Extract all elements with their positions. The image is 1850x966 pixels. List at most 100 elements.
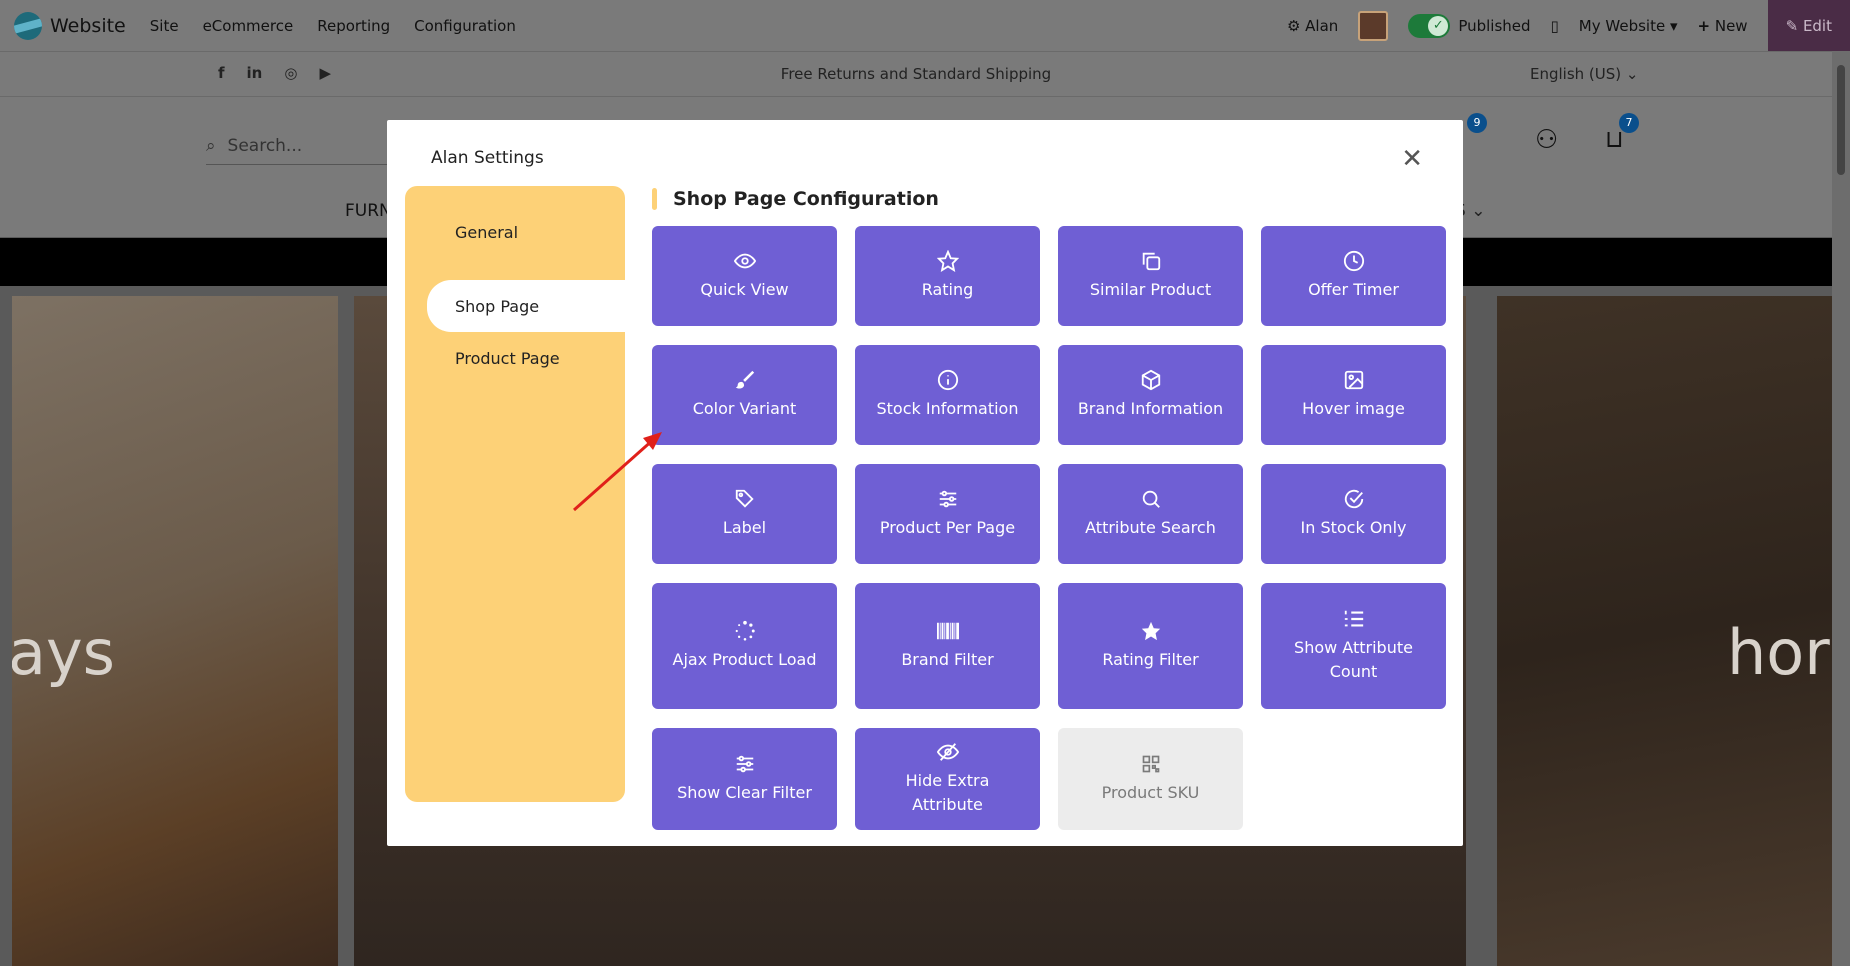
hero-image-left: ays	[12, 296, 338, 966]
hero-right-text: hor	[1727, 616, 1830, 689]
eye-slash-icon	[936, 741, 959, 763]
announcement-bar: f in ◎ ▶ Free Returns and Standard Shipp…	[0, 51, 1832, 97]
tile-label: Rating Filter	[1102, 650, 1199, 669]
tile-rating[interactable]: Rating	[855, 226, 1040, 326]
plus-icon: +	[1697, 16, 1711, 35]
tile-label: Stock Information	[876, 399, 1019, 418]
star-outline-icon	[936, 250, 959, 272]
hero-left-text: ays	[12, 616, 115, 689]
publish-toggle[interactable]: Published	[1408, 13, 1531, 38]
search-placeholder: Search...	[227, 135, 303, 156]
sidebar-item-label: Shop Page	[455, 296, 540, 316]
check-circle-icon	[1343, 488, 1365, 510]
info-icon	[937, 369, 959, 391]
sliders-icon	[734, 753, 756, 775]
tile-label: Quick View	[700, 280, 789, 299]
scrollbar-thumb[interactable]	[1837, 65, 1845, 175]
tile-label: Product Per Page	[879, 518, 1016, 537]
new-label: New	[1714, 16, 1748, 35]
sidebar-item-shop-page[interactable]: Shop Page	[427, 280, 625, 332]
tile-brand-filter[interactable]: Brand Filter	[855, 583, 1040, 709]
hero-image-right: hor	[1497, 296, 1832, 966]
close-icon[interactable]: ✕	[1401, 146, 1423, 172]
gear-icon: ⚙	[1286, 16, 1301, 35]
website-selector[interactable]: My Website ▾	[1579, 17, 1678, 35]
tile-color-variant[interactable]: Color Variant	[652, 345, 837, 445]
new-button[interactable]: + New	[1698, 17, 1748, 35]
tile-product-per-page[interactable]: Product Per Page	[855, 464, 1040, 564]
image-icon	[1343, 369, 1365, 391]
tile-offer-timer[interactable]: Offer Timer	[1261, 226, 1446, 326]
tile-label: Hide Extra Attribute	[905, 771, 990, 814]
section-heading: Shop Page Configuration	[652, 186, 939, 212]
sidebar-item-product-page[interactable]: Product Page	[405, 332, 625, 384]
tile-label: Hover image	[1302, 399, 1405, 418]
page-scrollbar[interactable]	[1832, 51, 1850, 966]
website-selector-label: My Website	[1578, 16, 1666, 35]
mobile-preview-icon[interactable]: ▯	[1551, 17, 1559, 35]
tile-label: Rating	[921, 280, 974, 299]
chevron-down-icon: ⌄	[1625, 65, 1639, 83]
tile-label: Brand Filter	[901, 650, 994, 669]
heading-accent-bar	[652, 188, 657, 210]
cart-badge: 7	[1619, 113, 1639, 133]
caret-down-icon: ▾	[1669, 16, 1678, 35]
sidebar-item-label: Product Page	[455, 348, 560, 368]
avatar[interactable]	[1358, 10, 1389, 41]
modal-title: Alan Settings	[431, 148, 544, 168]
tile-hover-image[interactable]: Hover image	[1261, 345, 1446, 445]
eye-icon	[733, 250, 756, 272]
barcode-icon	[936, 620, 959, 642]
admin-menu: Site eCommerce Reporting Configuration	[150, 17, 516, 35]
tile-label-feature[interactable]: Label	[652, 464, 837, 564]
search-input[interactable]: ⌕ Search...	[206, 127, 416, 165]
tile-ajax-product-load[interactable]: Ajax Product Load	[652, 583, 837, 709]
tile-label: Label	[722, 518, 767, 537]
admin-bar-right: ⚙ Alan Published ▯ My Website ▾ + New ✎ …	[1287, 0, 1850, 51]
account-icon[interactable]: ⚇	[1535, 125, 1558, 155]
search-icon	[1140, 488, 1162, 510]
pencil-icon: ✎	[1785, 16, 1799, 35]
sliders-icon	[937, 488, 959, 510]
tile-quick-view[interactable]: Quick View	[652, 226, 837, 326]
tile-product-sku[interactable]: Product SKU	[1058, 728, 1243, 830]
tile-hide-extra-attribute[interactable]: Hide Extra Attribute	[855, 728, 1040, 830]
tile-similar-product[interactable]: Similar Product	[1058, 226, 1243, 326]
published-label: Published	[1458, 16, 1531, 35]
menu-site[interactable]: Site	[150, 17, 179, 35]
user-menu[interactable]: ⚙ Alan	[1287, 17, 1338, 35]
tile-label: Color Variant	[692, 399, 797, 418]
tile-attribute-search[interactable]: Attribute Search	[1058, 464, 1243, 564]
tile-label: In Stock Only	[1300, 518, 1407, 537]
app-brand: Website	[50, 14, 126, 37]
toggle-switch	[1408, 13, 1451, 38]
tile-label: Similar Product	[1089, 280, 1212, 299]
menu-configuration[interactable]: Configuration	[414, 17, 516, 35]
tile-label: Show Clear Filter	[677, 783, 812, 802]
section-title: Shop Page Configuration	[673, 188, 939, 210]
tile-label: Offer Timer	[1308, 280, 1399, 299]
settings-sidebar: General Shop Page Product Page	[405, 186, 625, 802]
settings-modal: Alan Settings ✕ General Shop Page Produc…	[387, 120, 1463, 846]
menu-ecommerce[interactable]: eCommerce	[203, 17, 294, 35]
tile-show-attribute-count[interactable]: Show Attribute Count	[1261, 583, 1446, 709]
tile-rating-filter[interactable]: Rating Filter	[1058, 583, 1243, 709]
menu-furniture[interactable]: FURN	[345, 201, 392, 221]
tile-brand-information[interactable]: Brand Information	[1058, 345, 1243, 445]
wishlist-badge: 9	[1467, 113, 1487, 133]
tile-label: Brand Information	[1077, 399, 1224, 418]
website-app-logo[interactable]: Website	[14, 11, 126, 40]
tile-in-stock-only[interactable]: In Stock Only	[1261, 464, 1446, 564]
search-icon: ⌕	[206, 135, 216, 156]
cube-icon	[1140, 369, 1162, 391]
user-name: Alan	[1305, 16, 1339, 35]
menu-reporting[interactable]: Reporting	[317, 17, 390, 35]
language-selector[interactable]: English (US) ⌄	[1530, 65, 1639, 83]
tile-stock-information[interactable]: Stock Information	[855, 345, 1040, 445]
website-logo-icon	[14, 11, 42, 40]
list-numbered-icon	[1343, 608, 1365, 630]
sidebar-item-general[interactable]: General	[405, 206, 625, 258]
edit-button[interactable]: ✎ Edit	[1767, 0, 1850, 51]
tile-show-clear-filter[interactable]: Show Clear Filter	[652, 728, 837, 830]
language-label: English (US)	[1530, 65, 1622, 83]
